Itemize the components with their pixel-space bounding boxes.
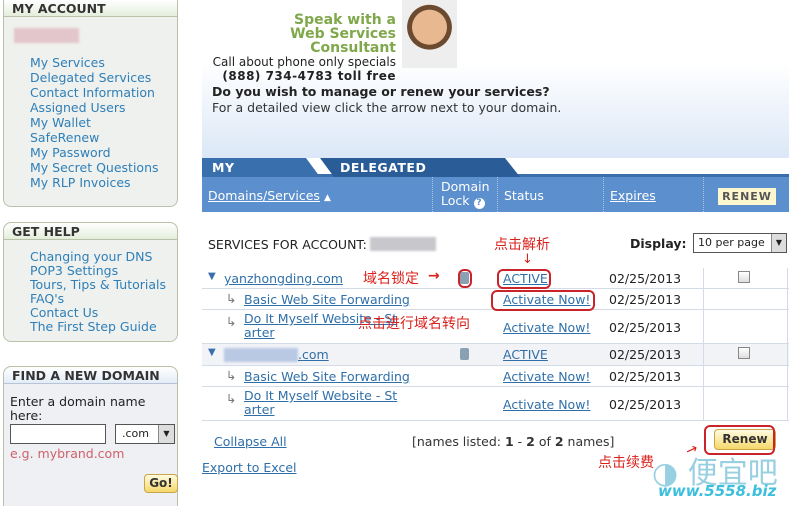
col-status: Status xyxy=(497,177,603,212)
annotation-lock-highlight xyxy=(458,269,472,288)
annotation-dns-highlight xyxy=(497,269,551,289)
go-button[interactable]: Go! xyxy=(144,474,178,493)
main-content: Speak with a Web Services Consultant Cal… xyxy=(202,0,789,506)
arrow-right-icon: → xyxy=(428,268,440,284)
sidebar-link[interactable]: Contact Us xyxy=(30,306,177,320)
display-label: Display: xyxy=(630,236,687,251)
table-row: ▼ .com ACTIVE 02/25/2013 xyxy=(202,344,789,366)
expires-date: 02/25/2013 xyxy=(609,347,682,362)
my-account-panel: MY ACCOUNT My Services Delegated Services… xyxy=(3,0,178,207)
sub-arrow-icon: ↳ xyxy=(226,291,237,306)
watermark-url: www.5558.biz xyxy=(658,482,777,500)
promo-line2: Web Services Consultant xyxy=(290,26,396,56)
domain-label: Enter a domain name here: xyxy=(10,394,146,423)
table-row: ↳ Basic Web Site Forwarding Activate Now! 0… xyxy=(202,366,789,387)
sub-arrow-icon: ↳ xyxy=(226,314,237,329)
names-listed: [names listed: 1 - 2 of 2 names] xyxy=(412,434,615,449)
account-name-redacted xyxy=(14,28,79,43)
table-header: Domains/Services ▲ Domain Lock ? Status E… xyxy=(202,177,789,212)
annotation-forward: 点击进行域名转向 xyxy=(358,316,470,332)
expires-date: 02/25/2013 xyxy=(609,369,682,384)
panel-title: FIND A NEW DOMAIN xyxy=(4,367,177,384)
expires-date: 02/25/2013 xyxy=(609,271,682,286)
sidebar-link[interactable]: SafeRenew xyxy=(30,130,177,145)
annotation-lock: 域名锁定 xyxy=(363,271,419,287)
annotation-dns: 点击解析 xyxy=(494,237,550,253)
account-tabs: MY ACCOUNTS DELEGATED ACCOUNTS xyxy=(202,158,789,177)
sidebar-link[interactable]: My Services xyxy=(30,55,177,70)
lock-icon[interactable] xyxy=(460,348,469,360)
panel-title: MY ACCOUNT xyxy=(4,0,177,17)
chevron-down-icon: ▼ xyxy=(771,234,786,252)
status-link[interactable]: Activate Now! xyxy=(503,320,590,335)
promo-line1: Speak with a xyxy=(294,12,396,28)
domain-link[interactable]: yanzhongding.com xyxy=(224,271,343,286)
arrow-down-icon: ↓ xyxy=(522,252,533,267)
promo-line3: Call about phone only specials xyxy=(212,55,396,69)
sidebar-link[interactable]: Assigned Users xyxy=(30,100,177,115)
tab-delegated-accounts[interactable]: DELEGATED ACCOUNTS xyxy=(320,158,520,177)
collapse-all-link[interactable]: Collapse All xyxy=(214,434,287,449)
sidebar-link[interactable]: My RLP Invoices xyxy=(30,175,177,190)
panel-title: GET HELP xyxy=(4,223,177,240)
table-row: ▼ yanzhongding.com ACTIVE 02/25/2013 xyxy=(202,268,789,289)
domain-link[interactable]: .com xyxy=(298,347,329,362)
per-page-value: 10 per page xyxy=(698,236,765,249)
sidebar-link[interactable]: My Secret Questions xyxy=(30,160,177,175)
expires-date: 02/25/2013 xyxy=(609,320,682,335)
sort-domains-link[interactable]: Domains/Services xyxy=(208,188,320,203)
sort-asc-icon: ▲ xyxy=(323,193,331,203)
tld-value: .com xyxy=(122,427,149,440)
promo-text: Speak with a Web Services Consultant Cal… xyxy=(202,13,396,83)
domain-redacted xyxy=(224,348,298,362)
status-link[interactable]: Activate Now! xyxy=(503,397,590,412)
sort-expires-link[interactable]: Expires xyxy=(610,188,656,203)
sidebar-link[interactable]: The First Step Guide xyxy=(30,320,177,334)
domain-example: e.g. mybrand.com xyxy=(10,446,125,461)
sidebar-link[interactable]: Changing your DNS xyxy=(30,250,177,264)
get-help-panel: GET HELP Changing your DNS POP3 Settings T… xyxy=(3,222,178,342)
renew-column xyxy=(703,268,788,421)
consultant-photo xyxy=(402,0,457,68)
account-id-redacted xyxy=(370,237,436,251)
sub-arrow-icon: ↳ xyxy=(226,368,237,383)
per-page-select[interactable]: 10 per page ▼ xyxy=(693,233,787,253)
service-link[interactable]: Do It Myself Website - St arter xyxy=(244,389,397,417)
service-link[interactable]: Basic Web Site Forwarding xyxy=(244,369,410,384)
sub-arrow-icon: ↳ xyxy=(226,391,237,406)
annotation-forward-highlight xyxy=(491,290,595,311)
expand-arrow-icon[interactable]: ▼ xyxy=(208,347,216,358)
service-link[interactable]: Basic Web Site Forwarding xyxy=(244,292,410,307)
domain-input[interactable] xyxy=(10,424,106,444)
intro-question: Do you wish to manage or renew your serv… xyxy=(212,84,550,99)
sidebar-link[interactable]: My Password xyxy=(30,145,177,160)
sidebar-link[interactable]: My Wallet xyxy=(30,115,177,130)
sidebar-link[interactable]: FAQ's xyxy=(30,292,177,306)
help-icon[interactable]: ? xyxy=(473,198,485,209)
status-link[interactable]: ACTIVE xyxy=(503,347,548,362)
annotation-renew: 点击续费 xyxy=(598,455,654,471)
expand-arrow-icon[interactable]: ▼ xyxy=(208,271,216,282)
table-row: ↳ Do It Myself Website - St arter Activate … xyxy=(202,387,789,421)
tab-my-accounts[interactable]: MY ACCOUNTS xyxy=(202,158,320,177)
sidebar-link[interactable]: Tours, Tips & Tutorials xyxy=(30,278,177,292)
col-lock2: Lock xyxy=(441,193,470,208)
account-label: SERVICES FOR ACCOUNT: xyxy=(208,237,367,252)
sidebar-link[interactable]: Delegated Services xyxy=(30,70,177,85)
tld-select[interactable]: .com ▼ xyxy=(115,424,175,444)
export-excel-link[interactable]: Export to Excel xyxy=(202,460,297,475)
chevron-down-icon: ▼ xyxy=(158,425,174,443)
table-row: ↳ Do It Myself Website - St arter Activate … xyxy=(202,310,789,344)
promo-phone: (888) 734-4783 toll free xyxy=(222,69,396,83)
intro-hint: For a detailed view click the arrow next… xyxy=(212,100,562,115)
sidebar-link[interactable]: POP3 Settings xyxy=(30,264,177,278)
expires-date: 02/25/2013 xyxy=(609,397,682,412)
expires-date: 02/25/2013 xyxy=(609,292,682,307)
col-lock: Domain xyxy=(441,179,490,194)
find-domain-panel: FIND A NEW DOMAIN Enter a domain name he… xyxy=(3,366,178,506)
status-link[interactable]: Activate Now! xyxy=(503,369,590,384)
sidebar-link[interactable]: Contact Information xyxy=(30,85,177,100)
renew-column-label: RENEW xyxy=(718,188,776,205)
